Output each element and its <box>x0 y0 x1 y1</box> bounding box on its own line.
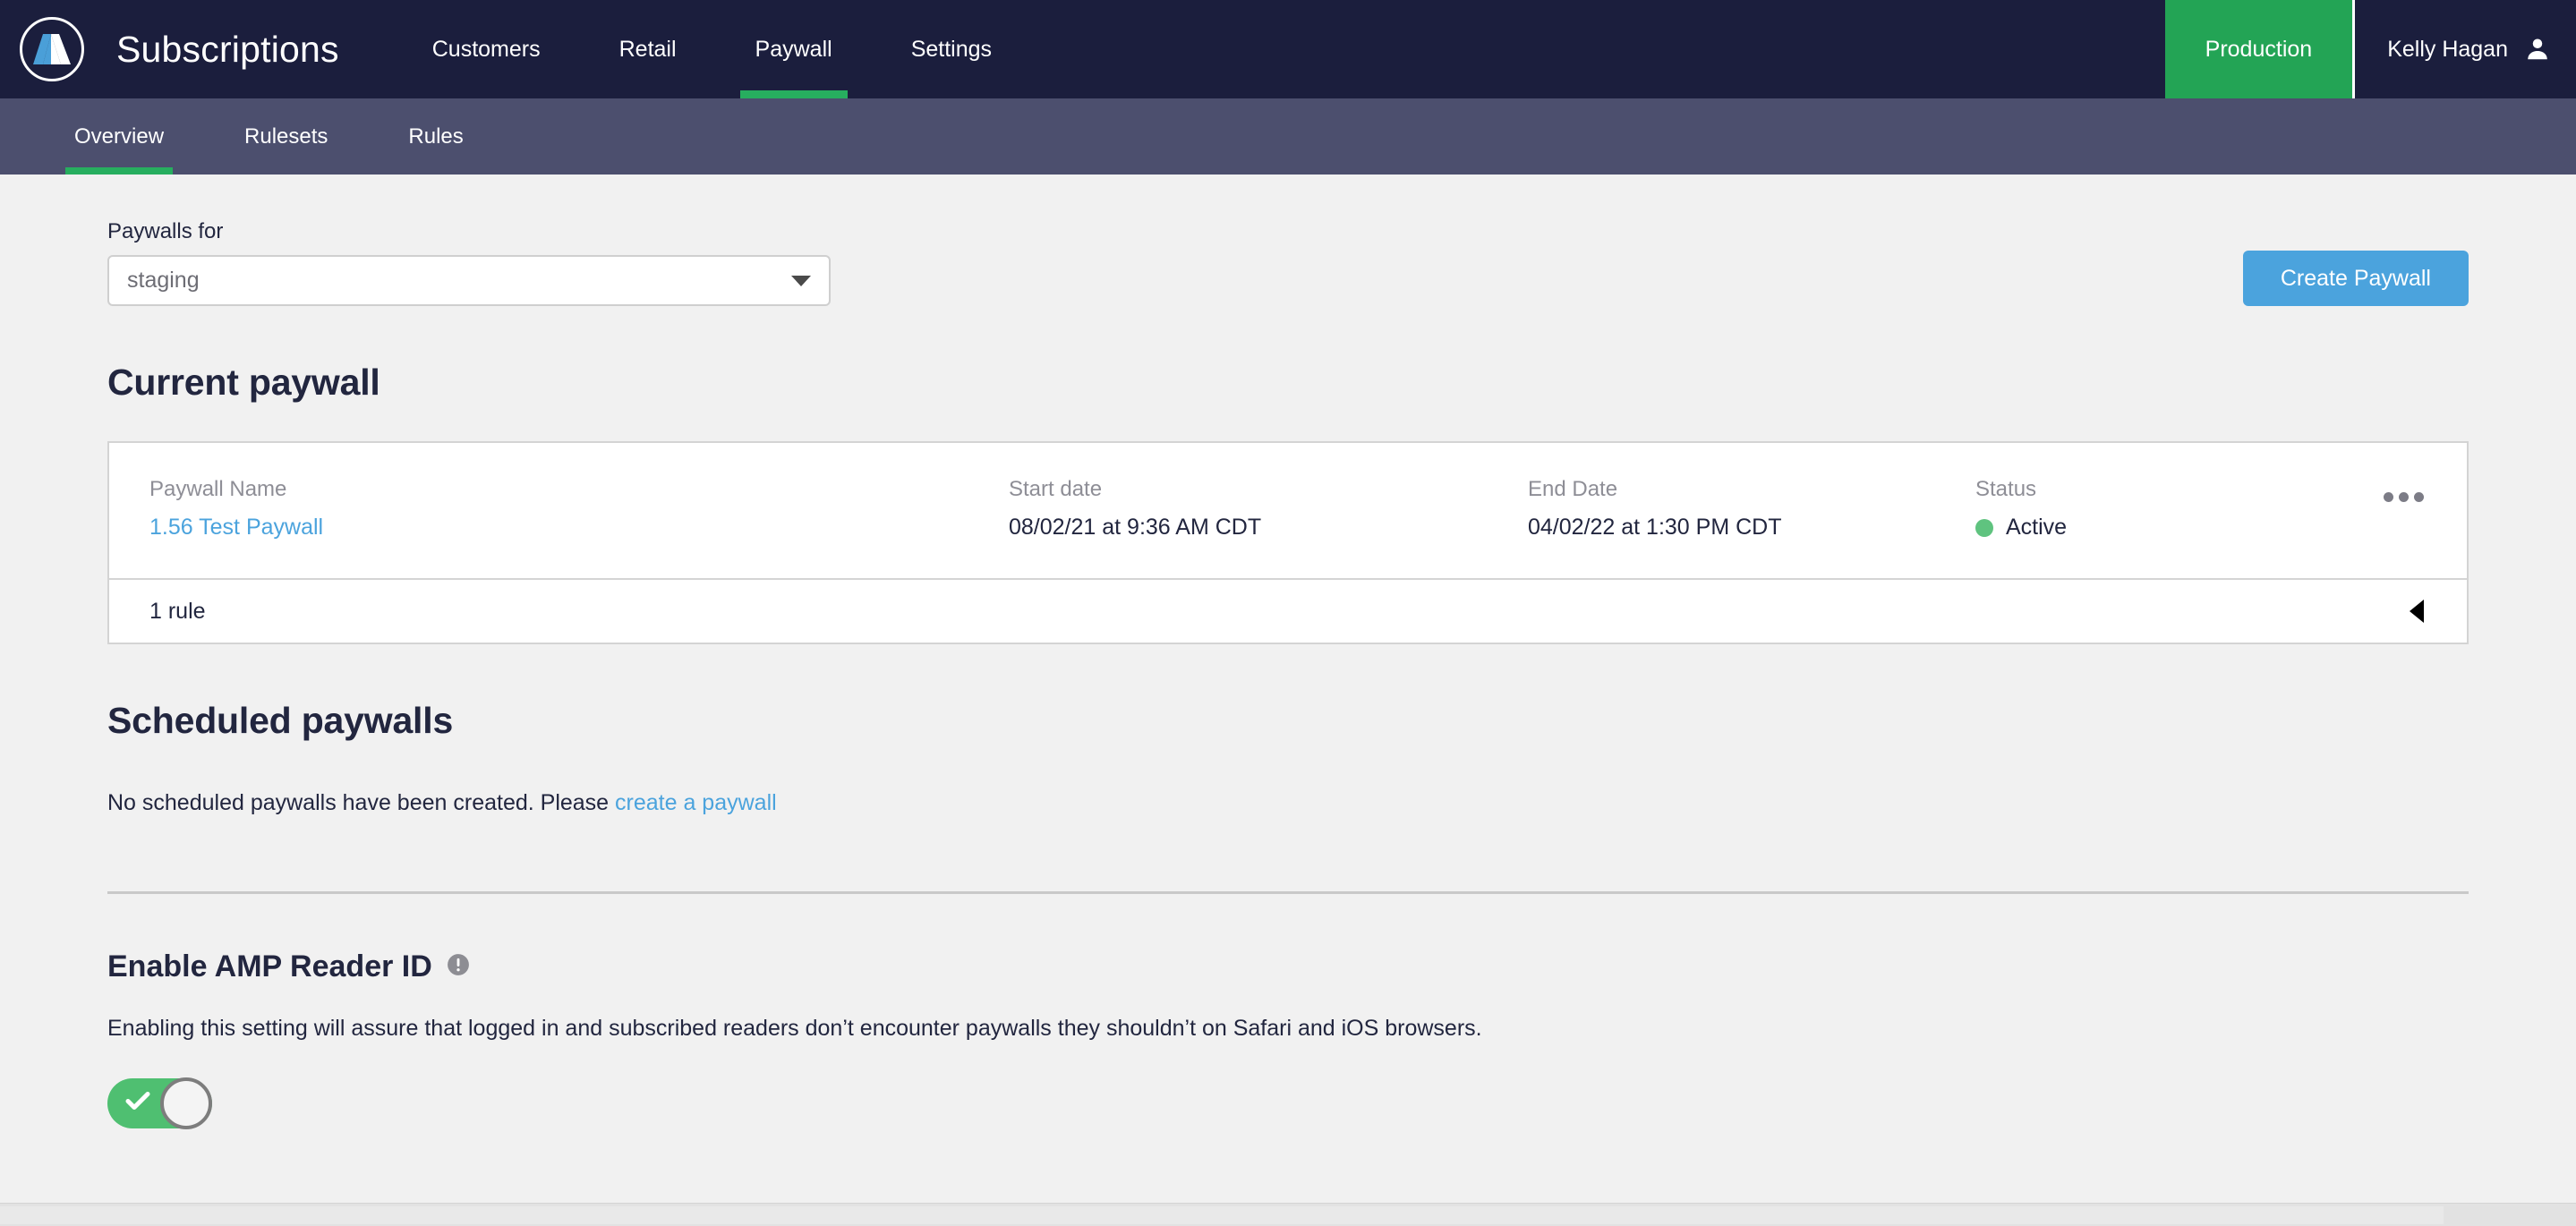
create-paywall-button[interactable]: Create Paywall <box>2242 251 2469 306</box>
section-divider <box>107 891 2469 894</box>
paywall-name-link[interactable]: 1.56 Test Paywall <box>149 515 991 541</box>
status-cell: Status Active <box>1975 477 2351 541</box>
paywall-name-header: Paywall Name <box>149 477 287 501</box>
kebab-dot-2 <box>2399 492 2409 502</box>
start-date-cell: Start date 08/02/21 at 9:36 AM CDT <box>1009 477 1528 541</box>
create-a-paywall-link[interactable]: create a paywall <box>615 790 777 815</box>
rule-count-label: 1 rule <box>149 598 206 624</box>
status-badge: Active <box>1975 515 2333 541</box>
nav-item-settings[interactable]: Settings <box>872 0 1031 98</box>
nav-item-paywall[interactable]: Paywall <box>716 0 872 98</box>
amp-reader-id-toggle[interactable] <box>107 1077 212 1129</box>
subnav-item-rules[interactable]: Rules <box>368 98 503 175</box>
environment-select[interactable]: staging <box>107 255 831 306</box>
horizontal-scrollbar-thumb[interactable] <box>0 1206 2444 1224</box>
scheduled-paywalls-empty-message: No scheduled paywalls have been created.… <box>107 790 2469 816</box>
user-avatar-icon <box>2524 36 2551 63</box>
kebab-dot-1 <box>2384 492 2393 502</box>
user-menu[interactable]: Kelly Hagan <box>2355 0 2576 98</box>
top-bar-right: Production Kelly Hagan <box>2164 0 2576 98</box>
app-title: Subscriptions <box>116 28 339 70</box>
empty-message-text: No scheduled paywalls have been created.… <box>107 790 616 815</box>
status-label: Active <box>2006 515 2068 540</box>
kebab-dot-3 <box>2414 492 2424 502</box>
subnav-item-rulesets[interactable]: Rulesets <box>204 98 368 175</box>
nav-item-retail[interactable]: Retail <box>580 0 716 98</box>
primary-nav: Customers Retail Paywall Settings <box>393 0 1031 98</box>
amp-reader-id-description: Enabling this setting will assure that l… <box>107 1016 1482 1041</box>
filter-row: Paywalls for staging Create Paywall <box>107 175 2469 306</box>
end-date-value: 04/02/22 at 1:30 PM CDT <box>1528 515 1782 540</box>
top-navigation-bar: Subscriptions Customers Retail Paywall S… <box>0 0 2576 98</box>
secondary-navigation-bar: Overview Rulesets Rules <box>0 98 2576 175</box>
horizontal-scrollbar[interactable] <box>0 1203 2576 1226</box>
rules-expander-row[interactable]: 1 rule <box>109 578 2467 643</box>
environment-badge[interactable]: Production <box>2164 0 2356 98</box>
end-date-cell: End Date 04/02/22 at 1:30 PM CDT <box>1528 477 1975 541</box>
chevron-down-icon <box>791 275 811 286</box>
current-paywall-card: Paywall Name 1.56 Test Paywall Start dat… <box>107 441 2469 644</box>
paywall-name-cell: Paywall Name 1.56 Test Paywall <box>109 477 1009 541</box>
user-name-label: Kelly Hagan <box>2387 36 2508 62</box>
nav-item-customers[interactable]: Customers <box>393 0 580 98</box>
info-icon[interactable] <box>447 953 470 981</box>
end-date-header: End Date <box>1528 477 1618 501</box>
amp-reader-id-header: Enable AMP Reader ID <box>107 949 2469 984</box>
environment-select-value: staging <box>127 268 200 293</box>
table-row: Paywall Name 1.56 Test Paywall Start dat… <box>109 443 2467 578</box>
toggle-knob[interactable] <box>160 1077 212 1129</box>
check-icon <box>125 1090 150 1116</box>
subnav-item-overview[interactable]: Overview <box>34 98 204 175</box>
row-actions-menu-icon[interactable] <box>2384 492 2424 502</box>
status-dot-icon <box>1975 518 1993 537</box>
scheduled-paywalls-title: Scheduled paywalls <box>107 700 454 741</box>
amp-reader-id-title: Enable AMP Reader ID <box>107 949 432 983</box>
paywalls-for-label: Paywalls for <box>107 219 224 243</box>
current-paywall-title: Current paywall <box>107 362 380 403</box>
main-content: Paywalls for staging Create Paywall Curr… <box>0 175 2576 1226</box>
start-date-header: Start date <box>1009 477 1103 501</box>
start-date-value: 08/02/21 at 9:36 AM CDT <box>1009 515 1262 540</box>
arc-logo[interactable] <box>20 17 84 81</box>
status-header: Status <box>1975 477 2037 501</box>
paywalls-for-filter: Paywalls for staging <box>107 219 831 306</box>
chevron-left-icon[interactable] <box>2410 600 2424 623</box>
